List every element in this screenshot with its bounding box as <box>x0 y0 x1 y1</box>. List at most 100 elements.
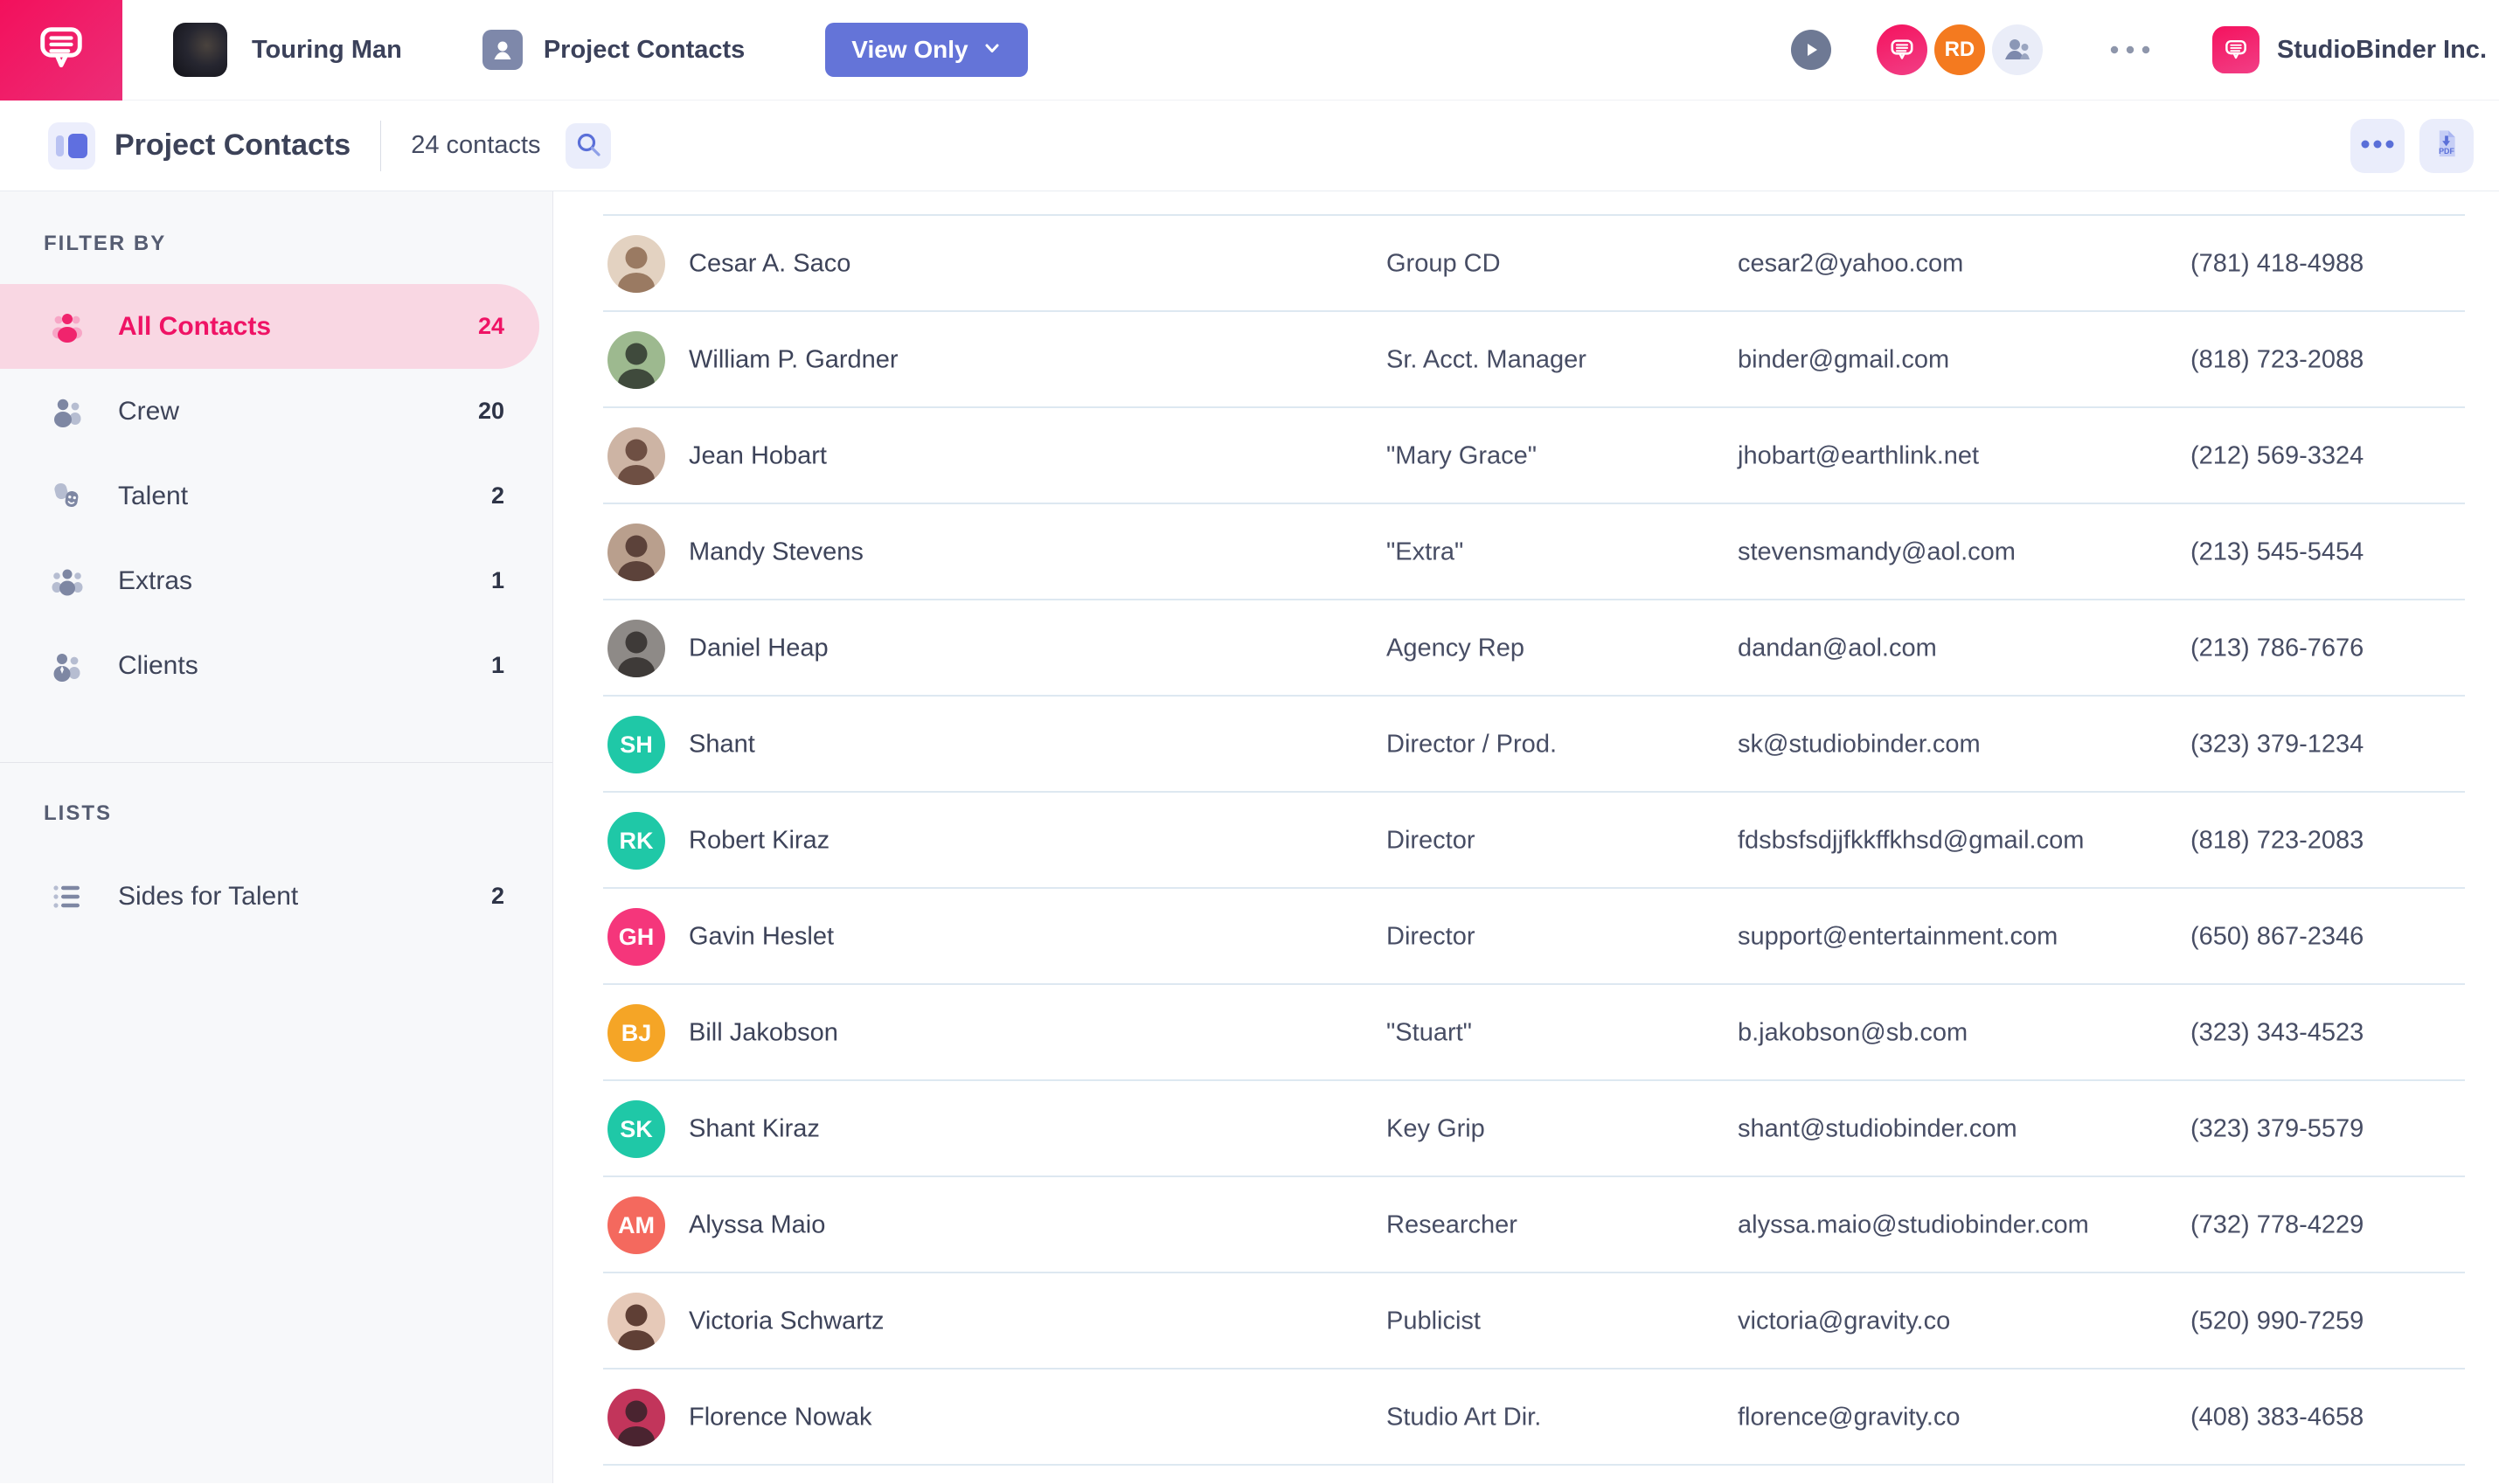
contact-role: Studio Art Dir. <box>1386 1404 1541 1432</box>
contacts-view-icon <box>48 122 95 170</box>
contact-role: Key Grip <box>1386 1115 1485 1144</box>
toolbar-actions: PDF <box>2350 119 2474 173</box>
table-row[interactable]: Jean Hobart"Mary Grace"jhobart@earthlink… <box>553 408 2499 504</box>
table-row[interactable]: BJBill Jakobson"Stuart"b.jakobson@sb.com… <box>553 985 2499 1081</box>
search-button[interactable] <box>566 123 611 169</box>
contact-role: "Stuart" <box>1386 1019 1472 1048</box>
account-menu[interactable]: StudioBinder Inc. <box>2212 26 2487 73</box>
view-only-label: View Only <box>851 36 968 64</box>
more-options-icon[interactable] <box>2106 41 2155 59</box>
avatar-initials: BJ <box>621 1020 652 1047</box>
avatar-rd[interactable]: RD <box>1934 24 1985 75</box>
table-row[interactable]: William P. GardnerSr. Acct. Managerbinde… <box>553 312 2499 408</box>
avatar-cell <box>607 1389 665 1446</box>
contact-name: Bill Jakobson <box>689 1019 838 1048</box>
table-row[interactable]: Victoria SchwartzPublicistvictoria@gravi… <box>553 1273 2499 1370</box>
avatar-people[interactable] <box>1992 24 2043 75</box>
contact-role: Director <box>1386 923 1475 952</box>
studiobinder-chat-icon <box>30 17 93 84</box>
view-only-button[interactable]: View Only <box>825 23 1027 77</box>
contact-phone: (213) 786-7676 <box>2190 635 2364 663</box>
contact-name: Mandy Stevens <box>689 538 864 567</box>
table-row[interactable]: GH Gavin Heslet Director support@entertainm… <box>553 889 2499 985</box>
contact-phone: (818) 723-2088 <box>2190 346 2364 375</box>
table-row[interactable]: SHShantDirector / Prod.sk@studiobinder.c… <box>553 697 2499 793</box>
sidebar-item-talent[interactable]: Talent2 <box>0 454 552 538</box>
table-row[interactable]: AMAlyssa MaioResearcheralyssa.maio@studi… <box>553 1177 2499 1273</box>
sidebar-list-sides-for-talent[interactable]: Sides for Talent 2 <box>0 854 552 939</box>
avatar-studiobinder[interactable] <box>1877 24 1927 75</box>
avatar: AM <box>607 1196 665 1254</box>
contact-email: support@entertainment.com <box>1738 923 2058 952</box>
contact-role: Researcher <box>1386 1211 1517 1240</box>
contact-name: Shant Kiraz <box>689 1115 820 1144</box>
sidebar-item-label: Talent <box>118 482 188 511</box>
project-title[interactable]: Touring Man <box>252 36 402 65</box>
contacts-badge-icon <box>482 30 523 70</box>
sidebar-item-all-contacts[interactable]: All Contacts24 <box>0 284 539 369</box>
avatar-cell: AM <box>607 1196 665 1254</box>
sidebar-item-count: 2 <box>491 883 504 910</box>
avatar: RK <box>607 812 665 870</box>
contact-name: Daniel Heap <box>689 635 829 663</box>
play-button[interactable] <box>1791 30 1831 70</box>
page-title: Project Contacts <box>544 36 745 65</box>
avatar-cell: RK <box>607 812 665 870</box>
contact-phone: (650) 867-2346 <box>2190 923 2364 952</box>
avatar-initials: SK <box>620 1116 653 1143</box>
contact-email: binder@gmail.com <box>1738 346 1949 375</box>
toolbar-title: Project Contacts <box>115 128 351 163</box>
sidebar-item-label: Sides for Talent <box>118 882 298 912</box>
filter-sidebar: FILTER BY All Contacts24 Crew20 Talent2 … <box>0 191 553 1483</box>
contact-name: Shant <box>689 731 755 759</box>
table-row[interactable]: Daniel HeapAgency Repdandan@aol.com(213)… <box>553 600 2499 697</box>
toolbar-divider <box>380 121 381 171</box>
list-icon <box>48 877 87 916</box>
contact-name: Cesar A. Saco <box>689 250 850 279</box>
table-row[interactable]: SKShant KirazKey Gripshant@studiobinder.… <box>553 1081 2499 1177</box>
avatar-cell <box>607 524 665 581</box>
avatar-cell: GH <box>607 908 665 966</box>
filter-by-heading: FILTER BY <box>44 232 552 256</box>
sidebar-item-count: 20 <box>478 398 504 425</box>
project-thumbnail[interactable] <box>173 23 227 77</box>
export-pdf-button[interactable]: PDF <box>2419 119 2474 173</box>
studiobinder-app: Touring Man Project Contacts View Only <box>0 0 2499 1484</box>
avatar-cell: SK <box>607 1100 665 1158</box>
avatar <box>607 620 665 677</box>
sidebar-item-crew[interactable]: Crew20 <box>0 369 552 454</box>
contact-name: Alyssa Maio <box>689 1211 825 1240</box>
list-options-button[interactable] <box>2350 119 2405 173</box>
lists-heading: LISTS <box>44 801 552 826</box>
contact-role: "Mary Grace" <box>1386 442 1537 471</box>
avatar-cell: SH <box>607 716 665 773</box>
sidebar-item-label: All Contacts <box>118 312 271 342</box>
avatar: SH <box>607 716 665 773</box>
studiobinder-logo[interactable] <box>0 0 122 101</box>
avatar: SK <box>607 1100 665 1158</box>
avatar-cell: BJ <box>607 1004 665 1062</box>
table-row[interactable]: RKRobert KirazDirectorfdsbsfsdjjfkkffkhs… <box>553 793 2499 889</box>
extras-icon <box>48 562 87 600</box>
table-row[interactable]: Cesar A. SacoGroup CDcesar2@yahoo.com(78… <box>553 216 2499 312</box>
account-name: StudioBinder Inc. <box>2277 36 2487 65</box>
sidebar-item-count: 1 <box>491 567 504 594</box>
contact-role: Publicist <box>1386 1307 1481 1336</box>
avatar-initials: GH <box>619 924 655 951</box>
sidebar-item-clients[interactable]: Clients1 <box>0 623 552 708</box>
contact-phone: (818) 723-2083 <box>2190 827 2364 856</box>
contacts-table: Cesar A. SacoGroup CDcesar2@yahoo.com(78… <box>553 191 2499 1483</box>
people-group-icon <box>48 308 87 346</box>
clients-icon <box>48 647 87 685</box>
contact-name: Gavin Heslet <box>689 923 834 952</box>
table-row[interactable]: Florence NowakStudio Art Dir.florence@gr… <box>553 1370 2499 1466</box>
sidebar-item-extras[interactable]: Extras1 <box>0 538 552 623</box>
search-icon <box>573 128 604 163</box>
main-area: FILTER BY All Contacts24 Crew20 Talent2 … <box>0 191 2499 1483</box>
avatar-cell <box>607 620 665 677</box>
contact-phone: (323) 379-1234 <box>2190 731 2364 759</box>
contact-email: cesar2@yahoo.com <box>1738 250 1963 279</box>
table-row[interactable]: Mandy Stevens"Extra"stevensmandy@aol.com… <box>553 504 2499 600</box>
avatar <box>607 1389 665 1446</box>
svg-text:PDF: PDF <box>2439 147 2454 156</box>
